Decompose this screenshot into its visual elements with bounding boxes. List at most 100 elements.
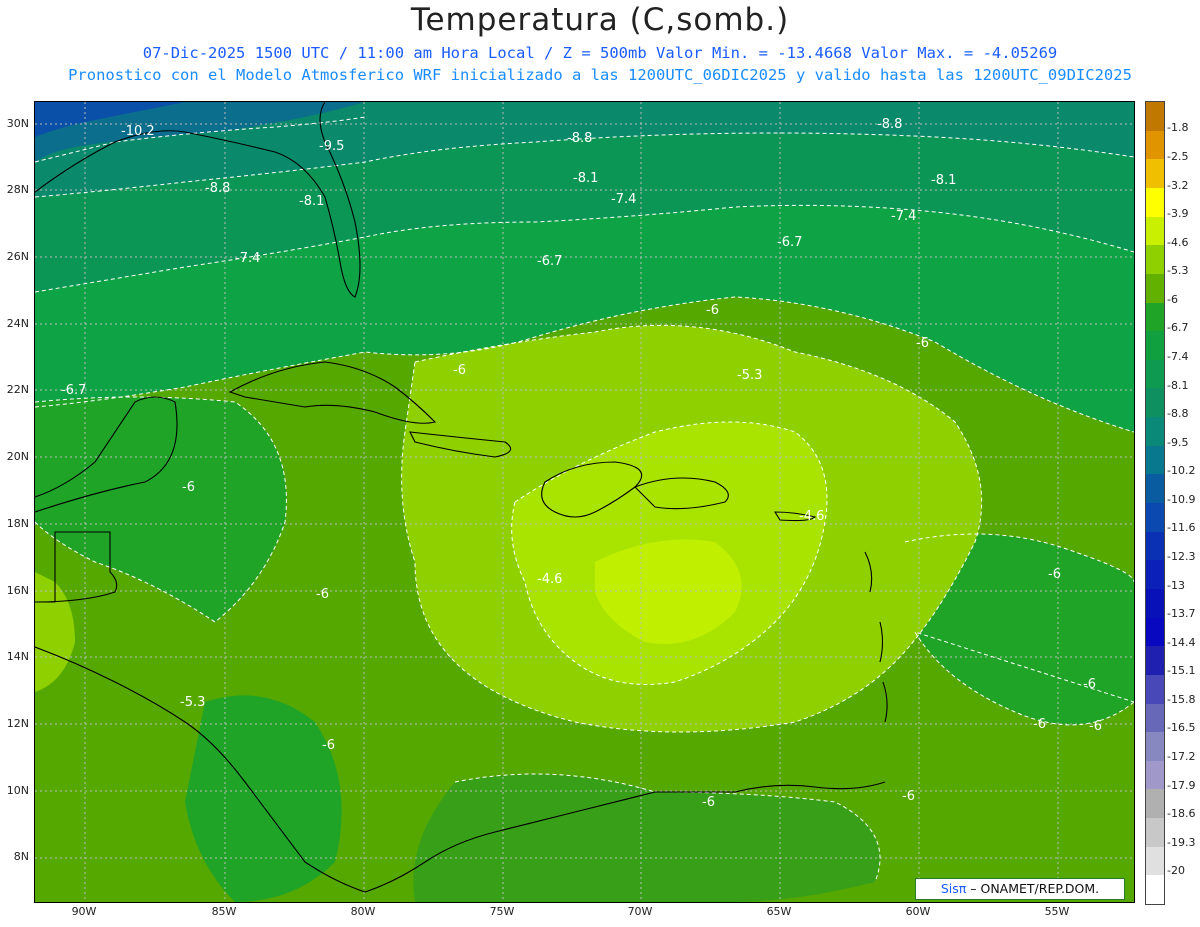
colorbar-cell — [1146, 474, 1164, 504]
colorbar-label: -3.9 — [1167, 207, 1189, 220]
colorbar-cell — [1146, 732, 1164, 762]
contour-label: -6 — [453, 363, 466, 378]
colorbar-cell — [1146, 503, 1164, 533]
contour-label: -6.7 — [61, 383, 86, 398]
lat-label: 18N — [6, 517, 29, 530]
contour-label: -6 — [902, 789, 915, 804]
colorbar-cell — [1146, 359, 1164, 389]
contour-label: -5.3 — [180, 695, 205, 710]
contour-label: -7.4 — [235, 251, 260, 266]
colorbar-cell — [1146, 875, 1164, 905]
lat-label: 20N — [6, 450, 29, 463]
valid-time-subtitle: 07-Dic-2025 1500 UTC / 11:00 am Hora Loc… — [142, 44, 1058, 62]
colorbar — [1145, 101, 1165, 905]
colorbar-label: -13 — [1167, 579, 1185, 592]
lat-label: 26N — [6, 250, 29, 263]
lon-label: 75W — [489, 905, 515, 918]
lat-label: 28N — [6, 183, 29, 196]
colorbar-label: -4.6 — [1167, 236, 1189, 249]
lat-label: 22N — [6, 383, 29, 396]
colorbar-cell — [1146, 102, 1164, 132]
temperature-map: -10.2 -9.5 -8.8 -8.8 -8.8 -8.1 -8.1 -8.1… — [34, 101, 1135, 903]
contour-label: -6 — [1033, 717, 1046, 732]
colorbar-label: -10.9 — [1167, 493, 1196, 506]
colorbar-label: -8.1 — [1167, 379, 1189, 392]
model-info-subtitle: Pronostico con el Modelo Atmosferico WRF… — [68, 66, 1132, 84]
colorbar-label: -20 — [1167, 864, 1185, 877]
colorbar-label: -10.2 — [1167, 464, 1196, 477]
contour-label: -6 — [1048, 567, 1061, 582]
contour-label: -6.7 — [537, 254, 562, 269]
contour-label: -6 — [1089, 719, 1102, 734]
lat-label: 12N — [6, 717, 29, 730]
lat-label: 16N — [6, 584, 29, 597]
contour-label: -10.2 — [121, 124, 155, 139]
colorbar-label: -7.4 — [1167, 350, 1189, 363]
colorbar-cell — [1146, 331, 1164, 361]
colorbar-cell — [1146, 617, 1164, 647]
colorbar-cell — [1146, 302, 1164, 332]
colorbar-label: -6 — [1167, 293, 1178, 306]
colorbar-cell — [1146, 560, 1164, 590]
lat-label: 24N — [6, 317, 29, 330]
lat-label: 8N — [13, 850, 29, 863]
contour-label: -4.6 — [799, 509, 824, 524]
colorbar-cell — [1146, 846, 1164, 876]
contour-label: -8.8 — [205, 181, 230, 196]
colorbar-label: -9.5 — [1167, 436, 1189, 449]
colorbar-cell — [1146, 159, 1164, 189]
colorbar-cell — [1146, 130, 1164, 160]
colorbar-label: -17.2 — [1167, 750, 1196, 763]
lon-label: 70W — [627, 905, 653, 918]
colorbar-label: -17.9 — [1167, 779, 1196, 792]
lat-label: 30N — [6, 117, 29, 130]
contour-label: -8.8 — [877, 117, 902, 132]
lon-label: 90W — [71, 905, 97, 918]
contour-label: -4.6 — [537, 572, 562, 587]
colorbar-label: -2.5 — [1167, 150, 1189, 163]
contour-label: -6 — [322, 738, 335, 753]
contour-label: -6 — [1083, 677, 1096, 692]
credit-brand: Sisπ — [940, 881, 967, 896]
lon-label: 55W — [1044, 905, 1070, 918]
colorbar-label: -15.1 — [1167, 664, 1196, 677]
contour-label: -8.8 — [567, 131, 592, 146]
colorbar-label: -16.5 — [1167, 721, 1196, 734]
contour-label: -6 — [916, 336, 929, 351]
contour-label: -6 — [702, 795, 715, 810]
colorbar-cell — [1146, 646, 1164, 676]
contour-label: -6.7 — [777, 235, 802, 250]
colorbar-label: -15.8 — [1167, 693, 1196, 706]
contour-label: -7.4 — [891, 209, 916, 224]
colorbar-cell — [1146, 388, 1164, 418]
colorbar-cell — [1146, 187, 1164, 218]
colorbar-cell — [1146, 417, 1164, 447]
colorbar-label: -11.6 — [1167, 521, 1196, 534]
colorbar-cell — [1146, 703, 1164, 733]
colorbar-cell — [1146, 445, 1164, 475]
contour-label: -9.5 — [319, 139, 344, 154]
contour-label: -8.1 — [573, 171, 598, 186]
colorbar-label: -18.6 — [1167, 807, 1196, 820]
colorbar-label: -12.3 — [1167, 550, 1196, 563]
colorbar-label: -5.3 — [1167, 264, 1189, 277]
colorbar-cell — [1146, 674, 1164, 704]
colorbar-cell — [1146, 273, 1164, 303]
colorbar-cell — [1146, 216, 1164, 246]
colorbar-label: -6.7 — [1167, 321, 1189, 334]
colorbar-label: -1.8 — [1167, 121, 1189, 134]
contour-label: -6 — [706, 303, 719, 318]
contour-label: -6 — [316, 587, 329, 602]
contour-label: -5.3 — [737, 368, 762, 383]
credit-text: – ONAMET/REP.DOM. — [966, 881, 1100, 896]
colorbar-cell — [1146, 245, 1164, 275]
colorbar-cell — [1146, 760, 1164, 790]
colorbar-label: -19.3 — [1167, 836, 1196, 849]
colorbar-cell — [1146, 588, 1164, 619]
lon-label: 85W — [211, 905, 237, 918]
colorbar-cell — [1146, 789, 1164, 819]
colorbar-label: -3.2 — [1167, 179, 1189, 192]
colorbar-cell — [1146, 818, 1164, 848]
contour-label: -6 — [182, 480, 195, 495]
lat-label: 14N — [6, 650, 29, 663]
